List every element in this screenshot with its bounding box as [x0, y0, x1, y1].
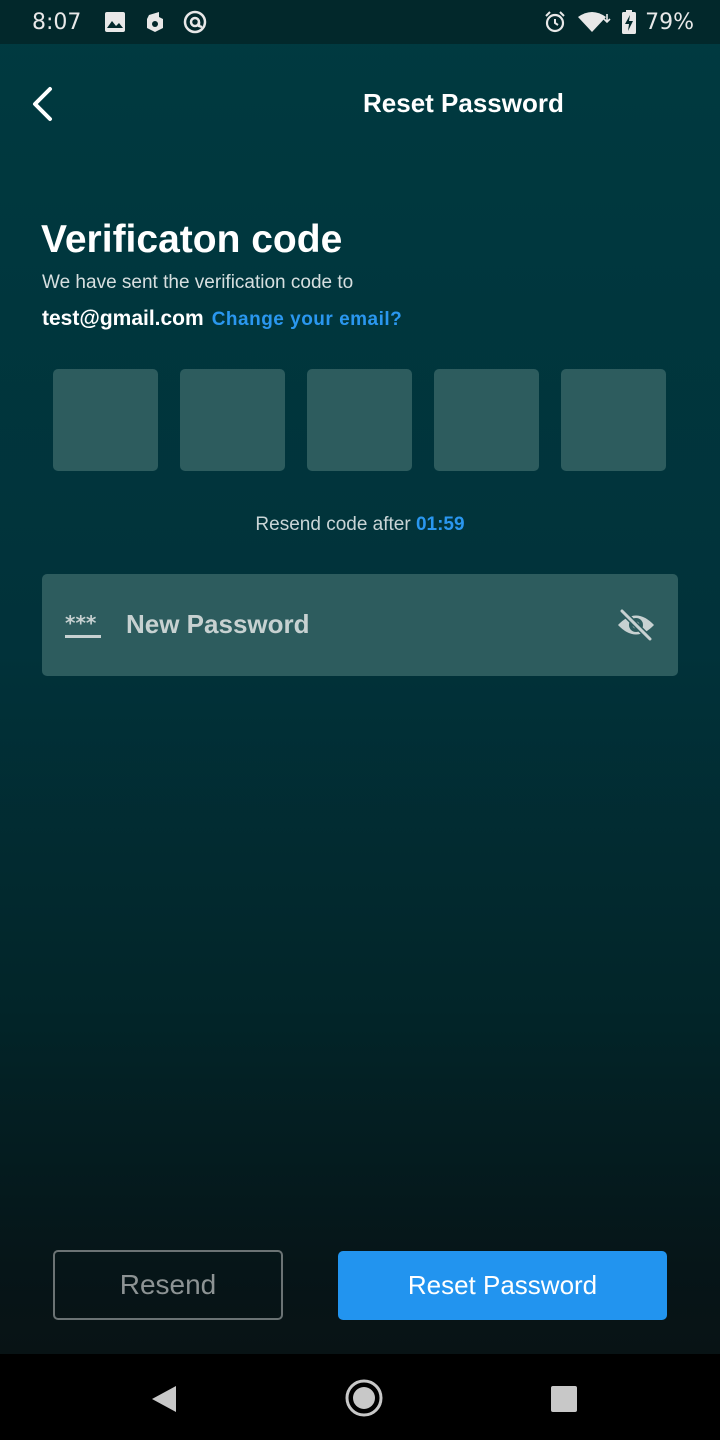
email-address: test@gmail.com	[42, 307, 204, 330]
otp-digit-4[interactable]	[434, 369, 539, 471]
chevron-left-icon	[33, 87, 52, 121]
nav-back-icon[interactable]	[148, 1384, 178, 1419]
status-bar-right: 79%	[543, 0, 694, 44]
otp-digit-3[interactable]	[307, 369, 412, 471]
resend-countdown-label: Resend code after	[255, 514, 411, 535]
password-dots-icon: ***	[64, 611, 104, 640]
wifi-icon	[577, 10, 611, 34]
eye-off-icon[interactable]	[616, 608, 656, 642]
email-line: test@gmail.com Change your email?	[42, 307, 402, 331]
otp-digit-1[interactable]	[53, 369, 158, 471]
status-bar: 8:07 79%	[0, 0, 720, 44]
verification-subtitle: We have sent the verification code to	[42, 272, 354, 293]
back-button[interactable]	[22, 84, 62, 124]
battery-percent: 79%	[645, 9, 694, 35]
new-password-placeholder: New Password	[126, 609, 310, 639]
battery-charging-icon	[621, 10, 637, 34]
countdown-timer: 01:59	[415, 514, 465, 535]
verification-heading: Verificaton code	[41, 218, 343, 261]
otp-digit-5[interactable]	[561, 369, 666, 471]
nav-recents-icon[interactable]	[550, 1385, 578, 1418]
music-app-icon	[143, 10, 167, 34]
resend-button[interactable]: Resend	[53, 1250, 283, 1320]
new-password-field[interactable]: *** New Password	[42, 574, 678, 676]
page-title: Reset Password	[363, 88, 564, 118]
otp-input-row	[53, 369, 666, 471]
alarm-icon	[543, 10, 567, 34]
status-bar-left: 8:07	[32, 0, 223, 44]
reset-password-button[interactable]: Reset Password	[338, 1251, 667, 1320]
image-icon	[103, 10, 127, 34]
system-nav-bar	[0, 1354, 720, 1440]
nav-home-icon[interactable]	[344, 1378, 384, 1423]
svg-text:***: ***	[65, 612, 97, 635]
change-email-link[interactable]: Change your email?	[212, 309, 403, 331]
status-time: 8:07	[32, 9, 82, 35]
resend-countdown: Resend code after 01:59	[0, 514, 720, 536]
otp-digit-2[interactable]	[180, 369, 285, 471]
at-sign-icon	[183, 10, 207, 34]
